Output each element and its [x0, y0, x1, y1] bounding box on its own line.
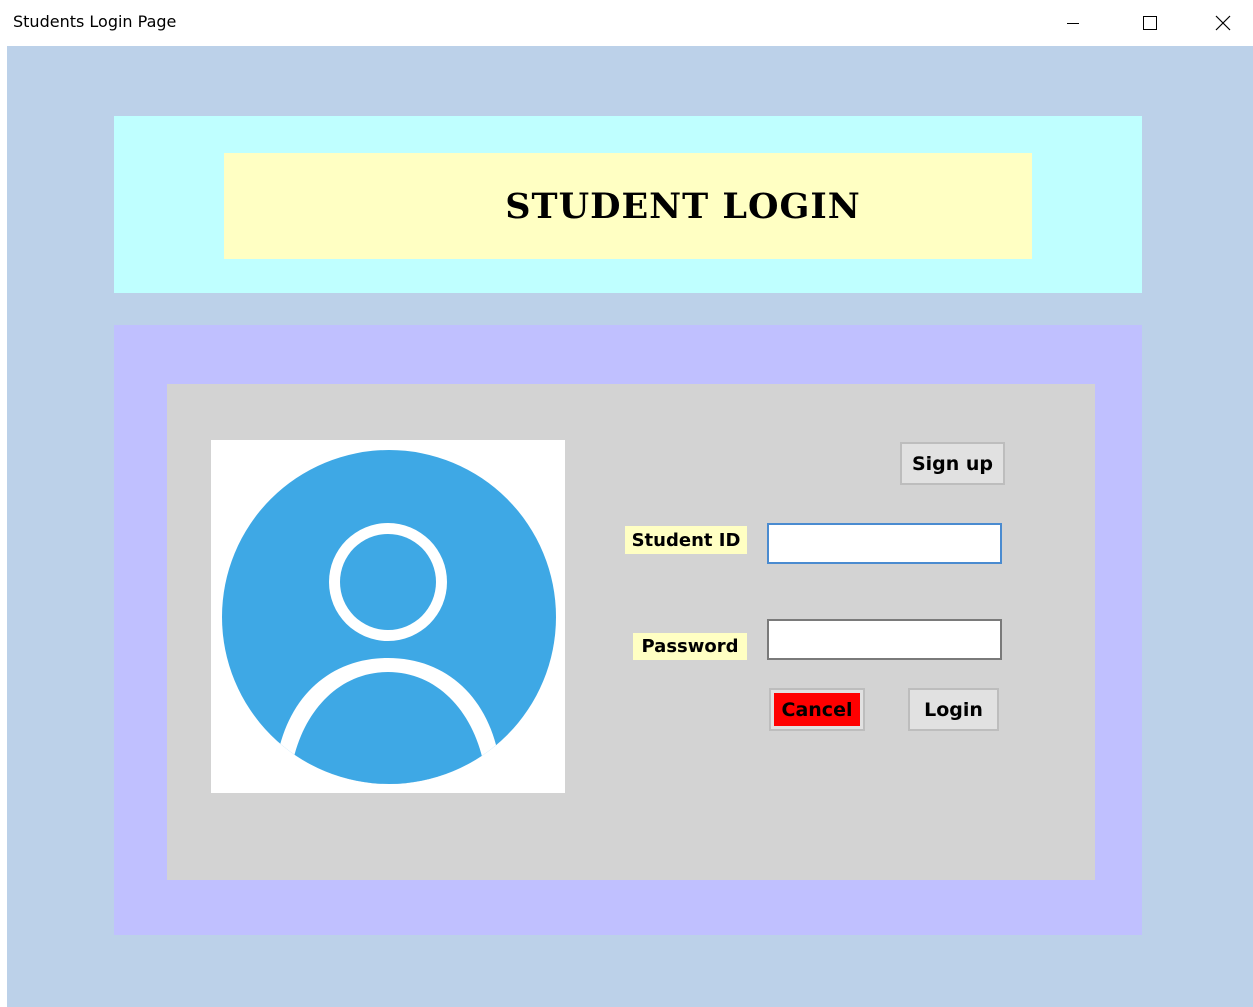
student-id-label: Student ID [625, 526, 747, 554]
header-panel: STUDENT LOGIN [114, 116, 1142, 293]
cancel-button-label: Cancel [774, 693, 860, 726]
user-avatar-icon [222, 450, 556, 784]
window-title: Students Login Page [13, 12, 177, 31]
password-label: Password [633, 633, 747, 660]
minimize-icon [1067, 23, 1079, 24]
maximize-button[interactable] [1127, 0, 1173, 46]
page-heading: STUDENT LOGIN [505, 185, 861, 227]
maximize-icon [1143, 16, 1157, 30]
client-area: STUDENT LOGIN Sign up Student ID Passwor… [7, 46, 1253, 1007]
sign-up-button[interactable]: Sign up [900, 442, 1005, 485]
login-form-panel: Sign up Student ID Password Cancel Login [167, 384, 1095, 880]
cancel-button[interactable]: Cancel [769, 688, 865, 731]
close-icon [1215, 15, 1231, 31]
app-window: Students Login Page STUDENT LOGIN Sign u… [0, 0, 1253, 1007]
minimize-button[interactable] [1050, 0, 1096, 46]
login-outer-panel: Sign up Student ID Password Cancel Login [114, 325, 1142, 935]
title-panel: STUDENT LOGIN [224, 153, 1032, 259]
close-button[interactable] [1200, 0, 1246, 46]
title-bar[interactable]: Students Login Page [0, 0, 1253, 46]
student-id-input[interactable] [767, 523, 1002, 564]
avatar-picture [211, 440, 565, 793]
password-input[interactable] [767, 619, 1002, 660]
login-button[interactable]: Login [908, 688, 999, 731]
